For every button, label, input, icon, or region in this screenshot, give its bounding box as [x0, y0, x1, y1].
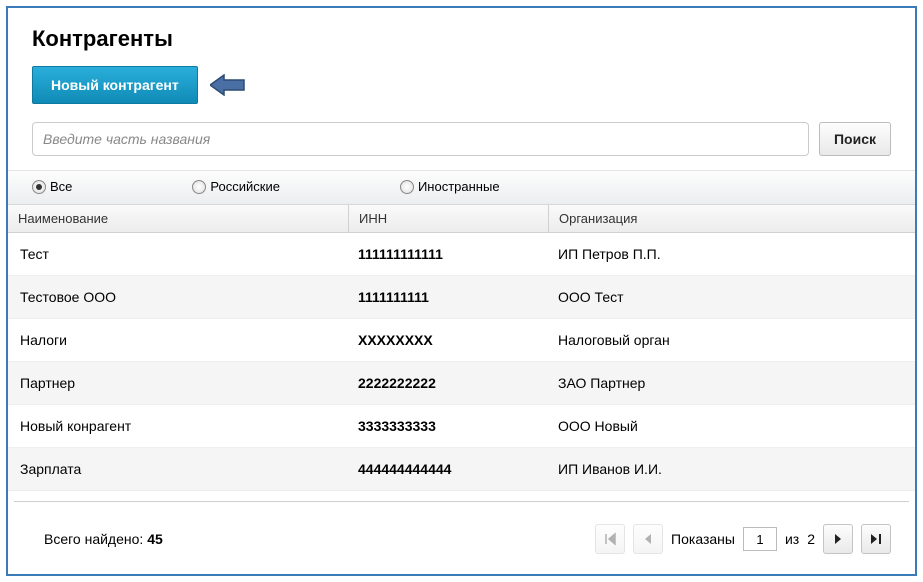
separator: [14, 501, 909, 503]
prev-icon: [641, 532, 655, 546]
table-row[interactable]: Зарплата 444444444444 ИП Иванов И.И.: [8, 448, 915, 491]
first-icon: [603, 532, 617, 546]
radio-icon: [400, 180, 414, 194]
col-name-header[interactable]: Наименование: [8, 205, 348, 232]
filter-all[interactable]: Все: [32, 179, 72, 194]
cell-inn: 2222222222: [348, 369, 548, 397]
search-button[interactable]: Поиск: [819, 122, 891, 156]
radio-icon: [192, 180, 206, 194]
next-page-button[interactable]: [823, 524, 853, 554]
table-row[interactable]: Тест 111111111111 ИП Петров П.П.: [8, 233, 915, 276]
cell-name: Новый конрагент: [8, 412, 348, 440]
cell-org: ООО Новый: [548, 412, 915, 440]
last-icon: [869, 532, 883, 546]
radio-icon: [32, 180, 46, 194]
cell-inn: ХХХХХХХХ: [348, 326, 548, 354]
total-count: 45: [147, 531, 163, 547]
table-header: Наименование ИНН Организация: [8, 205, 915, 233]
pointer-arrow-icon: [210, 74, 246, 96]
cell-name: Партнер: [8, 369, 348, 397]
cell-inn: 111111111111: [348, 240, 548, 268]
cell-inn: 444444444444: [348, 455, 548, 483]
cell-name: Зарплата: [8, 455, 348, 483]
cell-org: ИП Иванов И.И.: [548, 455, 915, 483]
page-input[interactable]: [743, 527, 777, 551]
filter-foreign-label: Иностранные: [418, 179, 500, 194]
filter-russian[interactable]: Российские: [192, 179, 280, 194]
pagination: Показаны из 2: [595, 524, 891, 554]
search-input[interactable]: [32, 122, 809, 156]
new-counterparty-button[interactable]: Новый контрагент: [32, 66, 198, 104]
filter-all-label: Все: [50, 179, 72, 194]
cell-org: ИП Петров П.П.: [548, 240, 915, 268]
col-inn-header[interactable]: ИНН: [348, 205, 548, 232]
filter-russian-label: Российские: [210, 179, 280, 194]
header: Контрагенты: [8, 8, 915, 66]
prev-page-button[interactable]: [633, 524, 663, 554]
table-row[interactable]: Партнер 2222222222 ЗАО Партнер: [8, 362, 915, 405]
footer: Всего найдено: 45 Показаны из 2: [8, 508, 915, 574]
cell-org: ЗАО Партнер: [548, 369, 915, 397]
first-page-button[interactable]: [595, 524, 625, 554]
total-label: Всего найдено:: [44, 531, 143, 547]
cell-name: Тест: [8, 240, 348, 268]
table-body: Тест 111111111111 ИП Петров П.П. Тестово…: [8, 233, 915, 491]
of-label: из: [785, 531, 799, 547]
table-row[interactable]: Тестовое ООО 1111111111 ООО Тест: [8, 276, 915, 319]
next-icon: [831, 532, 845, 546]
footer-total: Всего найдено: 45: [44, 531, 163, 547]
cell-org: Налоговый орган: [548, 326, 915, 354]
page-total: 2: [807, 531, 815, 547]
filter-foreign[interactable]: Иностранные: [400, 179, 500, 194]
cell-inn: 1111111111: [348, 283, 548, 311]
col-org-header[interactable]: Организация: [548, 205, 915, 232]
cell-inn: 3333333333: [348, 412, 548, 440]
app-frame: Контрагенты Новый контрагент Поиск Все Р…: [6, 6, 917, 576]
filter-row: Все Российские Иностранные: [8, 170, 915, 205]
page-title: Контрагенты: [32, 26, 891, 52]
table-row[interactable]: Новый конрагент 3333333333 ООО Новый: [8, 405, 915, 448]
action-row: Новый контрагент: [8, 66, 915, 122]
cell-name: Налоги: [8, 326, 348, 354]
last-page-button[interactable]: [861, 524, 891, 554]
shown-label: Показаны: [671, 531, 735, 547]
cell-org: ООО Тест: [548, 283, 915, 311]
cell-name: Тестовое ООО: [8, 283, 348, 311]
search-row: Поиск: [8, 122, 915, 170]
table-row[interactable]: Налоги ХХХХХХХХ Налоговый орган: [8, 319, 915, 362]
